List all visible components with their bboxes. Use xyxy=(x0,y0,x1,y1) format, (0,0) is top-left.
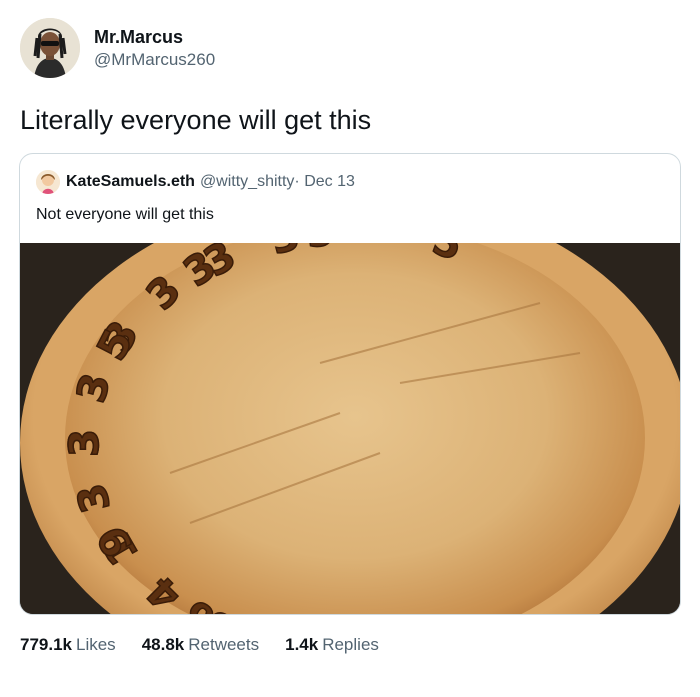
replies-label: Replies xyxy=(322,635,379,654)
pie-photo[interactable]: 3333333146 553539626 xyxy=(20,193,680,614)
quoted-date[interactable]: · Dec 13 xyxy=(294,173,354,191)
tweet-text: Literally everyone will get this xyxy=(20,105,372,135)
author-handle[interactable]: @MrMarcus260 xyxy=(94,48,215,72)
tweet-author[interactable]: Mr.Marcus @MrMarcus260 xyxy=(20,18,215,78)
likes-stat[interactable]: 779.1k Likes xyxy=(20,633,116,657)
author-avatar[interactable] xyxy=(20,18,80,78)
quoted-tweet[interactable]: KateSamuels.eth @witty_shitty · Dec 13 N… xyxy=(19,153,681,615)
tweet-stats: 779.1k Likes 48.8k Retweets 1.4k Replies xyxy=(20,633,405,657)
quoted-handle[interactable]: @witty_shitty xyxy=(200,173,294,191)
author-display-name[interactable]: Mr.Marcus xyxy=(94,26,215,48)
memoji-avatar-icon xyxy=(36,170,60,194)
likes-label: Likes xyxy=(76,635,116,654)
retweets-label: Retweets xyxy=(188,635,260,654)
replies-stat[interactable]: 1.4k Replies xyxy=(285,633,379,657)
quoted-tweet-text: Not everyone will get this xyxy=(36,206,214,223)
user-avatar-icon xyxy=(20,18,80,78)
retweets-count: 48.8k xyxy=(141,635,185,654)
replies-count: 1.4k xyxy=(285,635,319,654)
pie-digit: 3 xyxy=(62,429,108,457)
pie-photo-icon: 3333333146 553539626 xyxy=(20,193,680,614)
retweets-stat[interactable]: 48.8k Retweets xyxy=(142,633,259,657)
quoted-author-avatar[interactable] xyxy=(36,170,60,194)
quoted-display-name[interactable]: KateSamuels.eth xyxy=(66,173,195,191)
likes-count: 779.1k xyxy=(20,635,72,654)
